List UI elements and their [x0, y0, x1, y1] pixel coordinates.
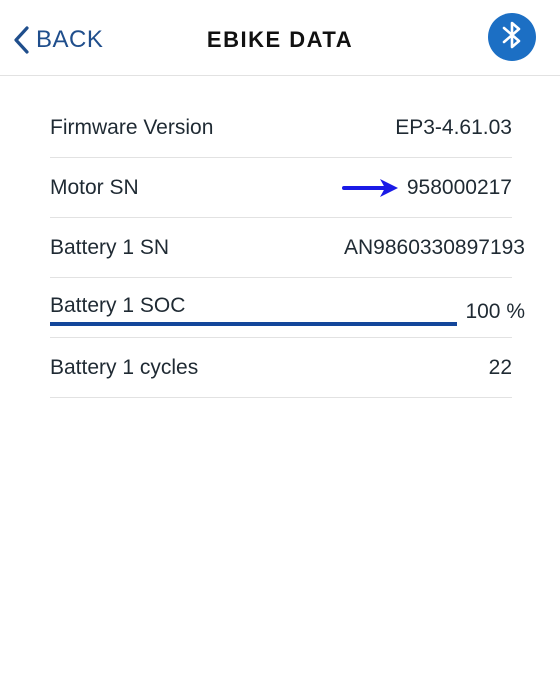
- arrow-icon: [342, 176, 400, 205]
- list-item-motor-sn: Motor SN 958000217: [50, 158, 512, 218]
- bluetooth-button[interactable]: [488, 13, 536, 61]
- firmware-version-value: EP3-4.61.03: [395, 116, 512, 139]
- battery-1-soc-value: 100 %: [465, 300, 525, 323]
- page-title: EBIKE DATA: [206, 27, 354, 52]
- list-item-battery-1-cycles: Battery 1 cycles 22: [50, 338, 512, 398]
- ebike-data-screen: BACK EBIKE DATA Firmware Version EP3-4.6…: [0, 0, 560, 700]
- ebike-data-list: Firmware Version EP3-4.61.03 Motor SN 95…: [50, 98, 525, 398]
- header-bar: BACK EBIKE DATA: [0, 0, 560, 76]
- battery-1-soc-label: Battery 1 SOC: [50, 294, 186, 317]
- battery-1-soc-bar: [50, 322, 457, 326]
- list-item-battery-1-soc: Battery 1 SOC 100 %: [50, 278, 525, 338]
- list-item-firmware-version: Firmware Version EP3-4.61.03: [50, 98, 512, 158]
- battery-1-soc-fill: [50, 322, 457, 326]
- motor-sn-value: 958000217: [406, 176, 512, 199]
- battery-1-sn-value: AN9860330897193: [343, 236, 525, 259]
- bluetooth-icon: [501, 19, 523, 56]
- motor-sn-label: Motor SN: [50, 176, 139, 199]
- list-item-battery-1-sn: Battery 1 SN AN9860330897193: [50, 218, 525, 278]
- battery-1-sn-label: Battery 1 SN: [50, 236, 170, 259]
- battery-1-cycles-value: 22: [488, 356, 512, 379]
- battery-1-cycles-label: Battery 1 cycles: [50, 356, 199, 379]
- firmware-version-label: Firmware Version: [50, 116, 214, 139]
